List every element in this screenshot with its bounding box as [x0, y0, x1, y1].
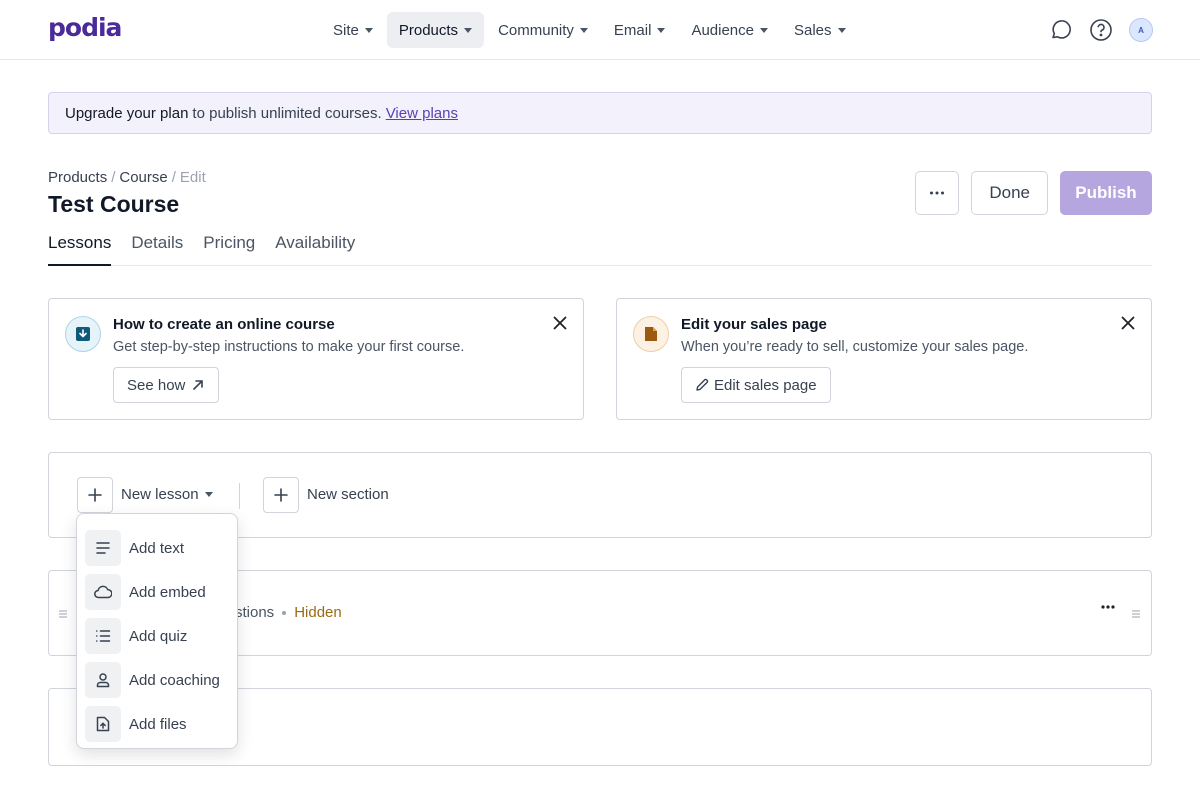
nav-community[interactable]: Community	[486, 12, 600, 48]
done-button[interactable]: Done	[971, 171, 1048, 215]
status-hidden: Hidden	[294, 604, 342, 621]
caret-down-icon	[204, 492, 213, 497]
caret-down-icon	[837, 27, 846, 33]
close-icon[interactable]	[1119, 314, 1137, 332]
new-lesson-button[interactable]: New lesson	[121, 486, 213, 503]
ellipsis-icon	[930, 191, 945, 195]
nav-email[interactable]: Email	[602, 12, 678, 48]
nav-sales[interactable]: Sales	[782, 12, 858, 48]
nav-icons: A	[1036, 15, 1156, 45]
podia-logo[interactable]: podia	[48, 13, 122, 42]
how-to-card: How to create an online course Get step-…	[48, 298, 584, 420]
new-section-plus-button[interactable]	[263, 477, 299, 513]
separator-dot	[282, 610, 287, 615]
person-icon	[85, 662, 121, 698]
arrow-up-right-icon	[193, 380, 204, 390]
nav-products[interactable]: Products	[386, 12, 485, 48]
close-icon[interactable]	[551, 314, 569, 332]
banner-strong: Upgrade your plan	[65, 104, 189, 122]
card-description: Get step-by-step instructions to make yo…	[113, 339, 465, 355]
menu-item-add-text[interactable]: Add text	[77, 526, 237, 570]
help-icon[interactable]	[1086, 15, 1116, 45]
tab-bar: Lessons Details Pricing Availability	[48, 228, 1152, 266]
menu-item-add-quiz[interactable]: Add quiz	[77, 614, 237, 658]
breadcrumb-products[interactable]: Products	[48, 169, 107, 186]
tab-lessons[interactable]: Lessons	[48, 228, 112, 266]
publish-button[interactable]: Publish	[1060, 171, 1152, 215]
edit-sales-page-button[interactable]: Edit sales page	[681, 367, 831, 403]
tab-pricing[interactable]: Pricing	[203, 228, 255, 266]
button-label: Edit sales page	[714, 376, 817, 394]
main-nav: Site Products Community Email Audience S…	[321, 12, 860, 48]
menu-item-label: Add coaching	[129, 671, 220, 689]
top-nav: podia Site Products Community Email Audi…	[0, 0, 1200, 60]
caret-down-icon	[364, 27, 373, 33]
download-icon	[65, 316, 101, 352]
view-plans-link[interactable]: View plans	[386, 105, 458, 122]
plus-icon	[274, 488, 288, 502]
user-avatar[interactable]: A	[1126, 15, 1156, 45]
list-icon	[85, 618, 121, 654]
menu-item-add-files[interactable]: Add files	[77, 702, 237, 746]
more-options-button[interactable]	[915, 171, 960, 215]
tab-availability[interactable]: Availability	[275, 228, 355, 266]
menu-item-label: Add text	[129, 539, 185, 557]
breadcrumb: Products / Course / Edit	[48, 169, 206, 186]
card-title: How to create an online course	[113, 316, 335, 333]
chat-icon[interactable]	[1046, 15, 1076, 45]
banner-text: to publish unlimited courses.	[192, 104, 382, 122]
breadcrumb-separator: /	[111, 169, 116, 186]
card-description: When you’re ready to sell, customize you…	[681, 339, 1029, 355]
caret-down-icon	[657, 27, 666, 33]
new-lesson-plus-button[interactable]	[77, 477, 113, 513]
file-upload-icon	[85, 706, 121, 742]
menu-item-label: Add embed	[129, 583, 206, 601]
nav-site[interactable]: Site	[321, 12, 385, 48]
document-icon	[633, 316, 669, 352]
upgrade-banner: Upgrade your plan to publish unlimited c…	[48, 92, 1152, 134]
sales-page-card: Edit your sales page When you’re ready t…	[616, 298, 1152, 420]
new-lesson-menu: Add text Add embed Add quiz Add coaching…	[76, 513, 238, 749]
new-section-button[interactable]: New section	[307, 486, 389, 503]
menu-item-add-coaching[interactable]: Add coaching	[77, 658, 237, 702]
caret-down-icon	[464, 27, 473, 33]
see-how-button[interactable]: See how	[113, 367, 220, 403]
breadcrumb-edit: Edit	[179, 169, 206, 186]
header-actions: Done Publish	[915, 171, 1152, 215]
cloud-icon	[85, 574, 121, 610]
caret-down-icon	[579, 27, 588, 33]
lesson-meta: stions Hidden	[235, 604, 342, 621]
button-label: See how	[127, 376, 186, 394]
card-title: Edit your sales page	[681, 316, 827, 333]
row-more-icon[interactable]	[1101, 605, 1115, 609]
drag-handle-icon[interactable]	[58, 608, 68, 620]
pencil-icon	[696, 378, 709, 391]
lesson-meta-text: stions	[235, 604, 275, 621]
tab-details[interactable]: Details	[131, 228, 183, 266]
divider	[239, 483, 240, 509]
plus-icon	[88, 488, 102, 502]
breadcrumb-course[interactable]: Course	[119, 169, 167, 186]
text-lines-icon	[85, 530, 121, 566]
drag-handle-icon[interactable]	[1131, 608, 1141, 620]
menu-item-add-embed[interactable]: Add embed	[77, 570, 237, 614]
breadcrumb-separator: /	[171, 169, 176, 186]
nav-audience[interactable]: Audience	[679, 12, 780, 48]
menu-item-label: Add files	[129, 715, 187, 733]
menu-item-label: Add quiz	[129, 627, 188, 645]
page-title: Test Course	[48, 191, 180, 217]
caret-down-icon	[760, 27, 768, 33]
